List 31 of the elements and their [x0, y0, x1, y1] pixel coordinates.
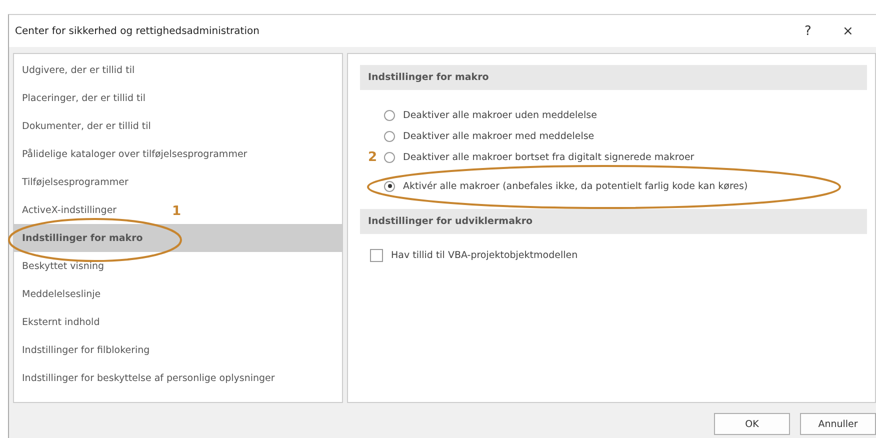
option-label: Deaktiver alle makroer uden meddelelse	[403, 110, 597, 120]
option-label: Deaktiver alle makroer bortset fra digitalt signerede makroer	[403, 152, 694, 162]
section-header: Indstillinger for udviklermakro	[360, 209, 867, 234]
radio-button[interactable]	[384, 130, 395, 142]
sidebar-item[interactable]: Dokumenter, der er tillid til	[14, 112, 157, 140]
sidebar-item[interactable]: Indstillinger for makro	[14, 224, 342, 252]
sidebar-item[interactable]: Beskyttet visning	[14, 252, 110, 280]
option-label: Hav tillid til VBA-projektobjektmodellen	[391, 250, 578, 260]
dialog-button[interactable]: Annuller	[800, 413, 876, 435]
dialog-button[interactable]: OK	[714, 413, 790, 435]
radio-button[interactable]	[384, 180, 395, 192]
close-button[interactable]: ×	[828, 22, 868, 40]
checkbox[interactable]	[370, 248, 383, 262]
option-label: Deaktiver alle makroer med meddelelse	[403, 130, 594, 142]
sidebar-item[interactable]: Pålidelige kataloger over tilføjelsesprogrammer	[14, 140, 254, 168]
section-header: Indstillinger for makro	[360, 65, 867, 90]
sidebar-item[interactable]: Tilføjelsesprogrammer	[14, 168, 134, 196]
sidebar-item[interactable]: Eksternt indhold	[14, 308, 106, 336]
sidebar-item[interactable]: Meddelelseslinje	[14, 280, 107, 308]
radio-button[interactable]	[384, 110, 395, 120]
step-number: 1	[172, 204, 182, 219]
option-label: Aktivér alle makroer (anbefales ikke, da potentielt farlig kode kan køres)	[403, 180, 748, 192]
sidebar-item[interactable]: Udgivere, der er tillid til	[14, 56, 141, 84]
sidebar-item[interactable]: Indstillinger for beskyttelse af personlige oplysninger	[14, 364, 281, 392]
step-number: 2	[368, 150, 378, 165]
radio-button[interactable]	[384, 152, 395, 162]
sidebar-item[interactable]: Placeringer, der er tillid til	[14, 84, 152, 112]
window-title: Center for sikkerhed og rettighedsadministration	[15, 26, 260, 36]
sidebar-item[interactable]: Indstillinger for filblokering	[14, 336, 156, 364]
help-button[interactable]: ?	[788, 22, 828, 40]
sidebar-item[interactable]: ActiveX-indstillinger	[14, 196, 123, 224]
